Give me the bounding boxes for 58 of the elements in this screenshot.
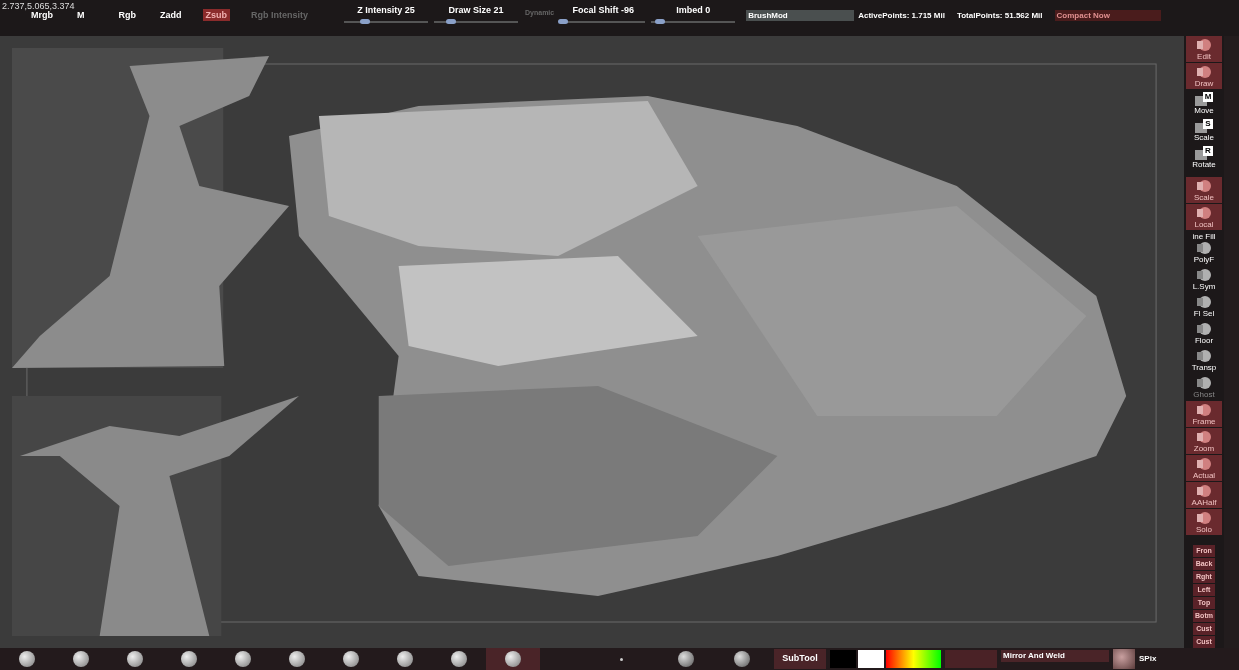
mirror-and-weld-button[interactable]: Mirror And Weld [1001, 650, 1109, 662]
slider-thumb[interactable] [445, 18, 456, 24]
tool-button[interactable]: Solo [1186, 509, 1222, 535]
tool-icon [1195, 241, 1213, 255]
toolbar-button[interactable]: Rgb [115, 9, 139, 21]
tool-button[interactable]: AAHalf [1186, 482, 1222, 508]
slider-thumb[interactable] [557, 18, 568, 24]
tool-button[interactable]: ine Fill PolyF [1186, 231, 1222, 265]
tool-button[interactable]: S Scale [1186, 117, 1222, 143]
tool-button[interactable]: Floor [1186, 320, 1222, 346]
slider-thumb[interactable] [654, 18, 665, 24]
compact-now-button[interactable]: Compact Now [1054, 10, 1161, 21]
tool-icon [1195, 375, 1213, 390]
tool-button[interactable]: Local [1186, 204, 1222, 230]
tool-button[interactable]: Transp [1186, 347, 1222, 373]
tool-icon [1195, 64, 1213, 79]
total-points: TotalPoints: 51.562 Mil [956, 10, 1043, 21]
tool-button[interactable]: R Rotate [1186, 144, 1222, 170]
toolbar-button[interactable]: Zsub [202, 9, 230, 21]
spix-label: SPix [1139, 653, 1157, 665]
coordinates: 2.737,5.065,3.374 [2, 0, 75, 12]
active-points: ActivePoints: 1.715 Mil [858, 10, 945, 21]
tool-icon [1195, 178, 1213, 193]
color-swatch[interactable] [858, 650, 884, 668]
toolbar-button[interactable]: Zadd [157, 9, 185, 21]
subtool-button[interactable]: SubTool [774, 649, 826, 669]
tool-icon [1195, 267, 1213, 282]
tool-icon [1195, 483, 1213, 498]
color-picker[interactable] [886, 650, 941, 668]
brush-button[interactable] [486, 648, 540, 670]
tool-button[interactable]: Zoom [1186, 428, 1222, 454]
tool-button[interactable]: Draw [1186, 63, 1222, 89]
tool-icon [1195, 456, 1213, 471]
color-swatch[interactable] [830, 650, 856, 668]
toolbar-button[interactable]: Mrgb [28, 9, 56, 21]
tool-button[interactable]: Frame [1186, 401, 1222, 427]
tool-icon [1195, 402, 1213, 417]
color-swatch[interactable] [945, 650, 997, 668]
tool-button[interactable]: Actual [1186, 455, 1222, 481]
tool-button[interactable]: L.Sym [1186, 266, 1222, 292]
tool-icon [1195, 294, 1213, 309]
tool-icon [1195, 348, 1213, 363]
tool-icon [1195, 321, 1213, 336]
tool-icon [1195, 37, 1213, 52]
tool-button[interactable]: Scale [1186, 177, 1222, 203]
slider[interactable]: Focal Shift -96 [558, 0, 649, 24]
slider[interactable]: Draw Size 21 [431, 0, 521, 24]
slider-thumb[interactable] [360, 18, 370, 24]
tool-button[interactable]: M Move [1186, 90, 1222, 116]
tool-icon [1195, 205, 1213, 220]
slider[interactable]: Imbed 0 [648, 0, 739, 24]
tool-icon [1195, 429, 1213, 444]
toolbar-button[interactable]: M [74, 9, 88, 21]
tool-button[interactable]: Edit [1186, 36, 1222, 62]
tool-icon [1195, 510, 1213, 525]
brush-mod-field[interactable]: BrushMod [746, 10, 855, 21]
slider[interactable]: Z Intensity 25 [341, 0, 431, 24]
tool-button[interactable]: Fl Sel [1186, 293, 1222, 319]
